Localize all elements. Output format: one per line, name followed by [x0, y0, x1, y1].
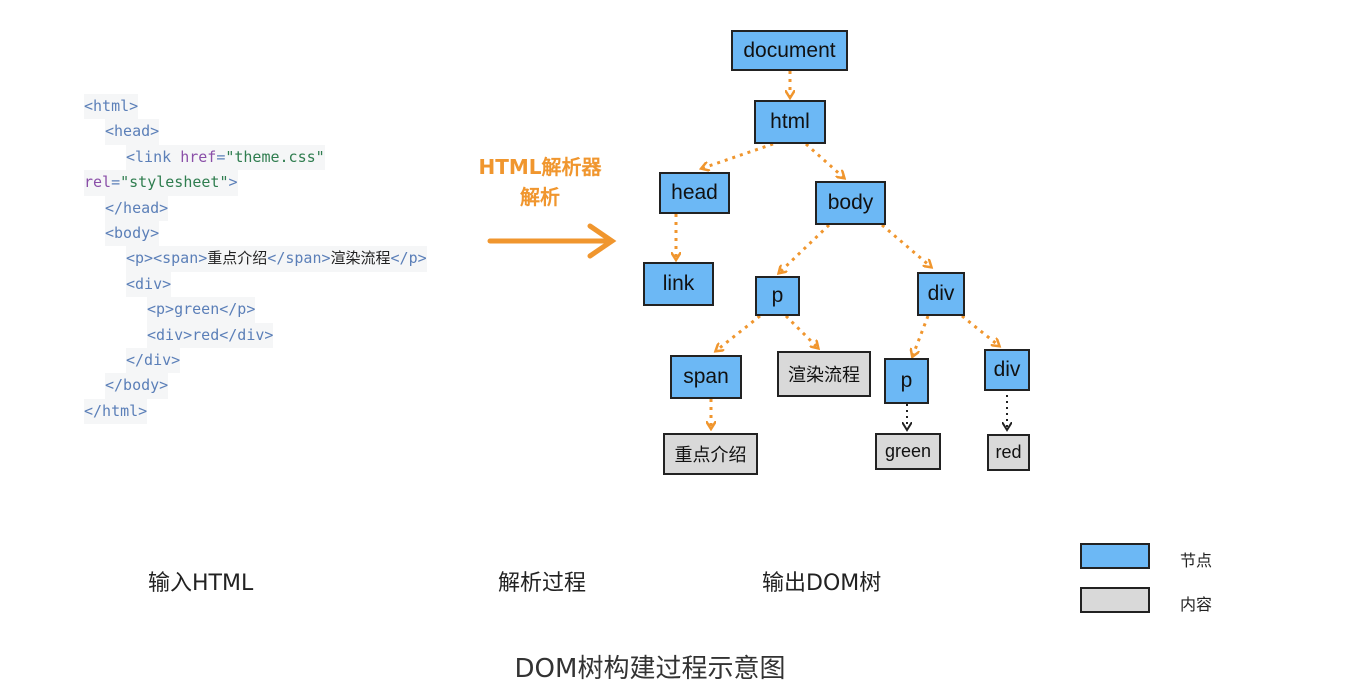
node-div2: div — [984, 349, 1030, 391]
node-document: document — [731, 30, 848, 71]
edge-div-p — [913, 315, 930, 355]
figure-caption: DOM树构建过程示意图 — [514, 654, 786, 684]
process-label: 解析过程 — [498, 571, 587, 596]
legend-content-swatch — [1080, 587, 1150, 613]
input-html-label: 输入HTML — [148, 571, 254, 596]
parser-arrow — [487, 223, 617, 259]
node-green: green — [875, 433, 941, 470]
edge-p-span — [717, 314, 761, 350]
edge-p-text — [784, 314, 817, 347]
node-red: red — [987, 434, 1030, 471]
node-p: p — [755, 276, 800, 316]
node-div: div — [917, 272, 965, 316]
node-link: link — [643, 262, 714, 306]
legend-node-swatch — [1080, 543, 1150, 569]
edge-html-body — [805, 142, 843, 177]
node-p2: p — [884, 358, 929, 404]
node-head: head — [659, 172, 730, 214]
node-body: body — [815, 181, 886, 225]
edge-body-div — [881, 223, 930, 266]
edge-body-p — [780, 223, 831, 272]
edge-div-div — [961, 314, 998, 345]
legend-node-label: 节点 — [1180, 551, 1213, 570]
node-html: html — [754, 100, 826, 144]
edge-html-head — [703, 142, 774, 168]
output-dom-label: 输出DOM树 — [762, 571, 882, 596]
node-span: span — [670, 355, 742, 399]
legend-content-label: 内容 — [1180, 595, 1213, 614]
node-key-text: 重点介绍 — [663, 433, 758, 475]
node-render-text: 渲染流程 — [777, 351, 871, 397]
